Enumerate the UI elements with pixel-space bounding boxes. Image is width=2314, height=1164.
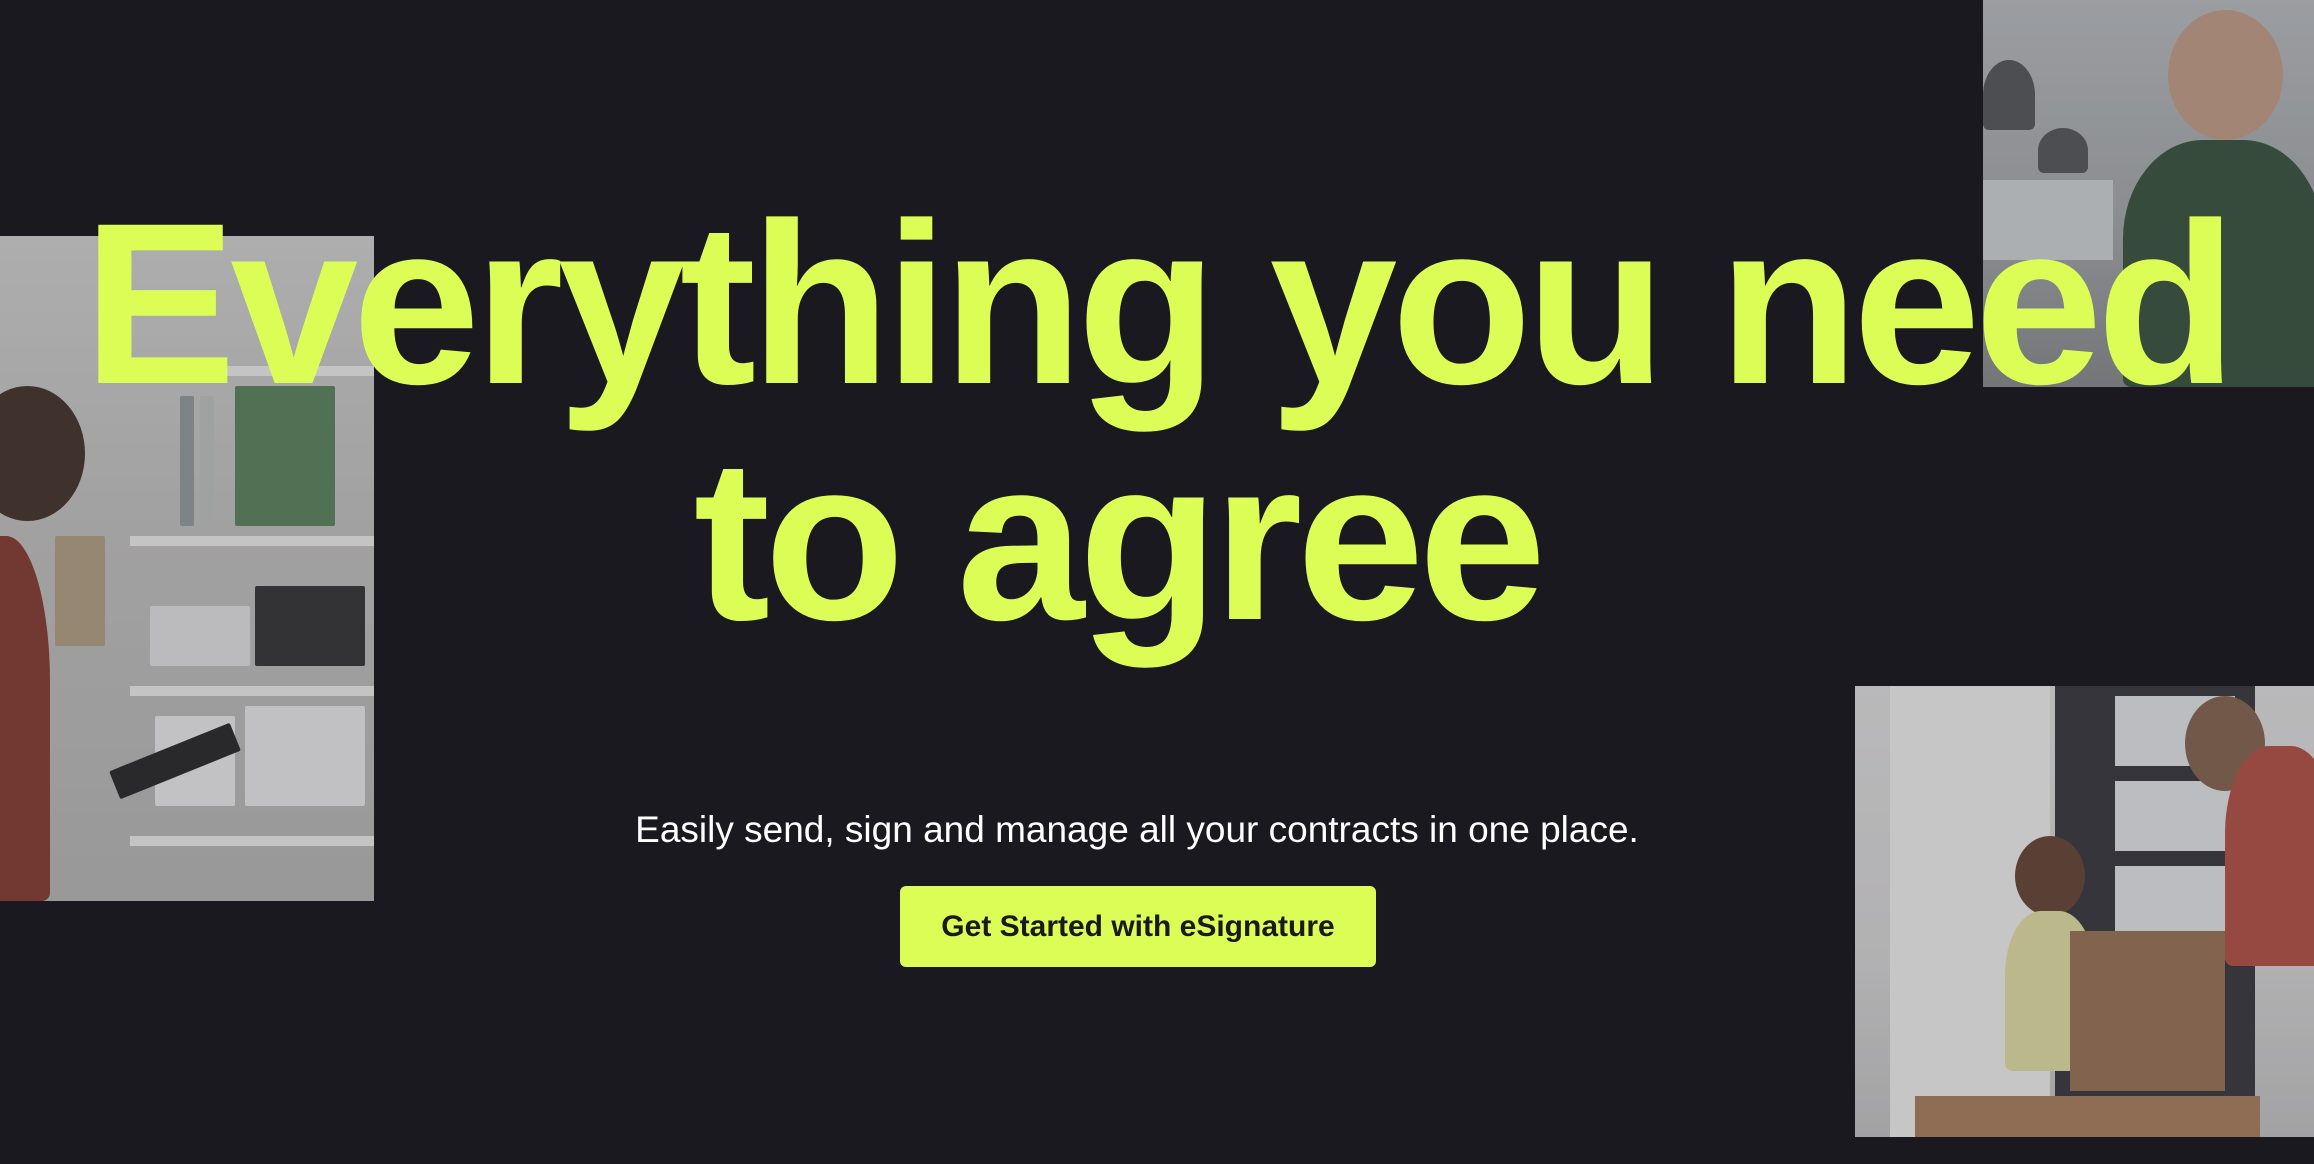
headline-line-2: to agree (693, 411, 1547, 668)
photo-man-and-child-with-moving-box (1855, 686, 2314, 1137)
get-started-button[interactable]: Get Started with eSignature (900, 886, 1376, 967)
headline-line-1: Everything you need (82, 175, 2237, 432)
hero-section: Everything you need to agree Easily send… (0, 0, 2314, 1164)
hero-subtitle: Easily send, sign and manage all your co… (635, 809, 1639, 850)
hero-headline: Everything you need to agree (0, 186, 2314, 658)
